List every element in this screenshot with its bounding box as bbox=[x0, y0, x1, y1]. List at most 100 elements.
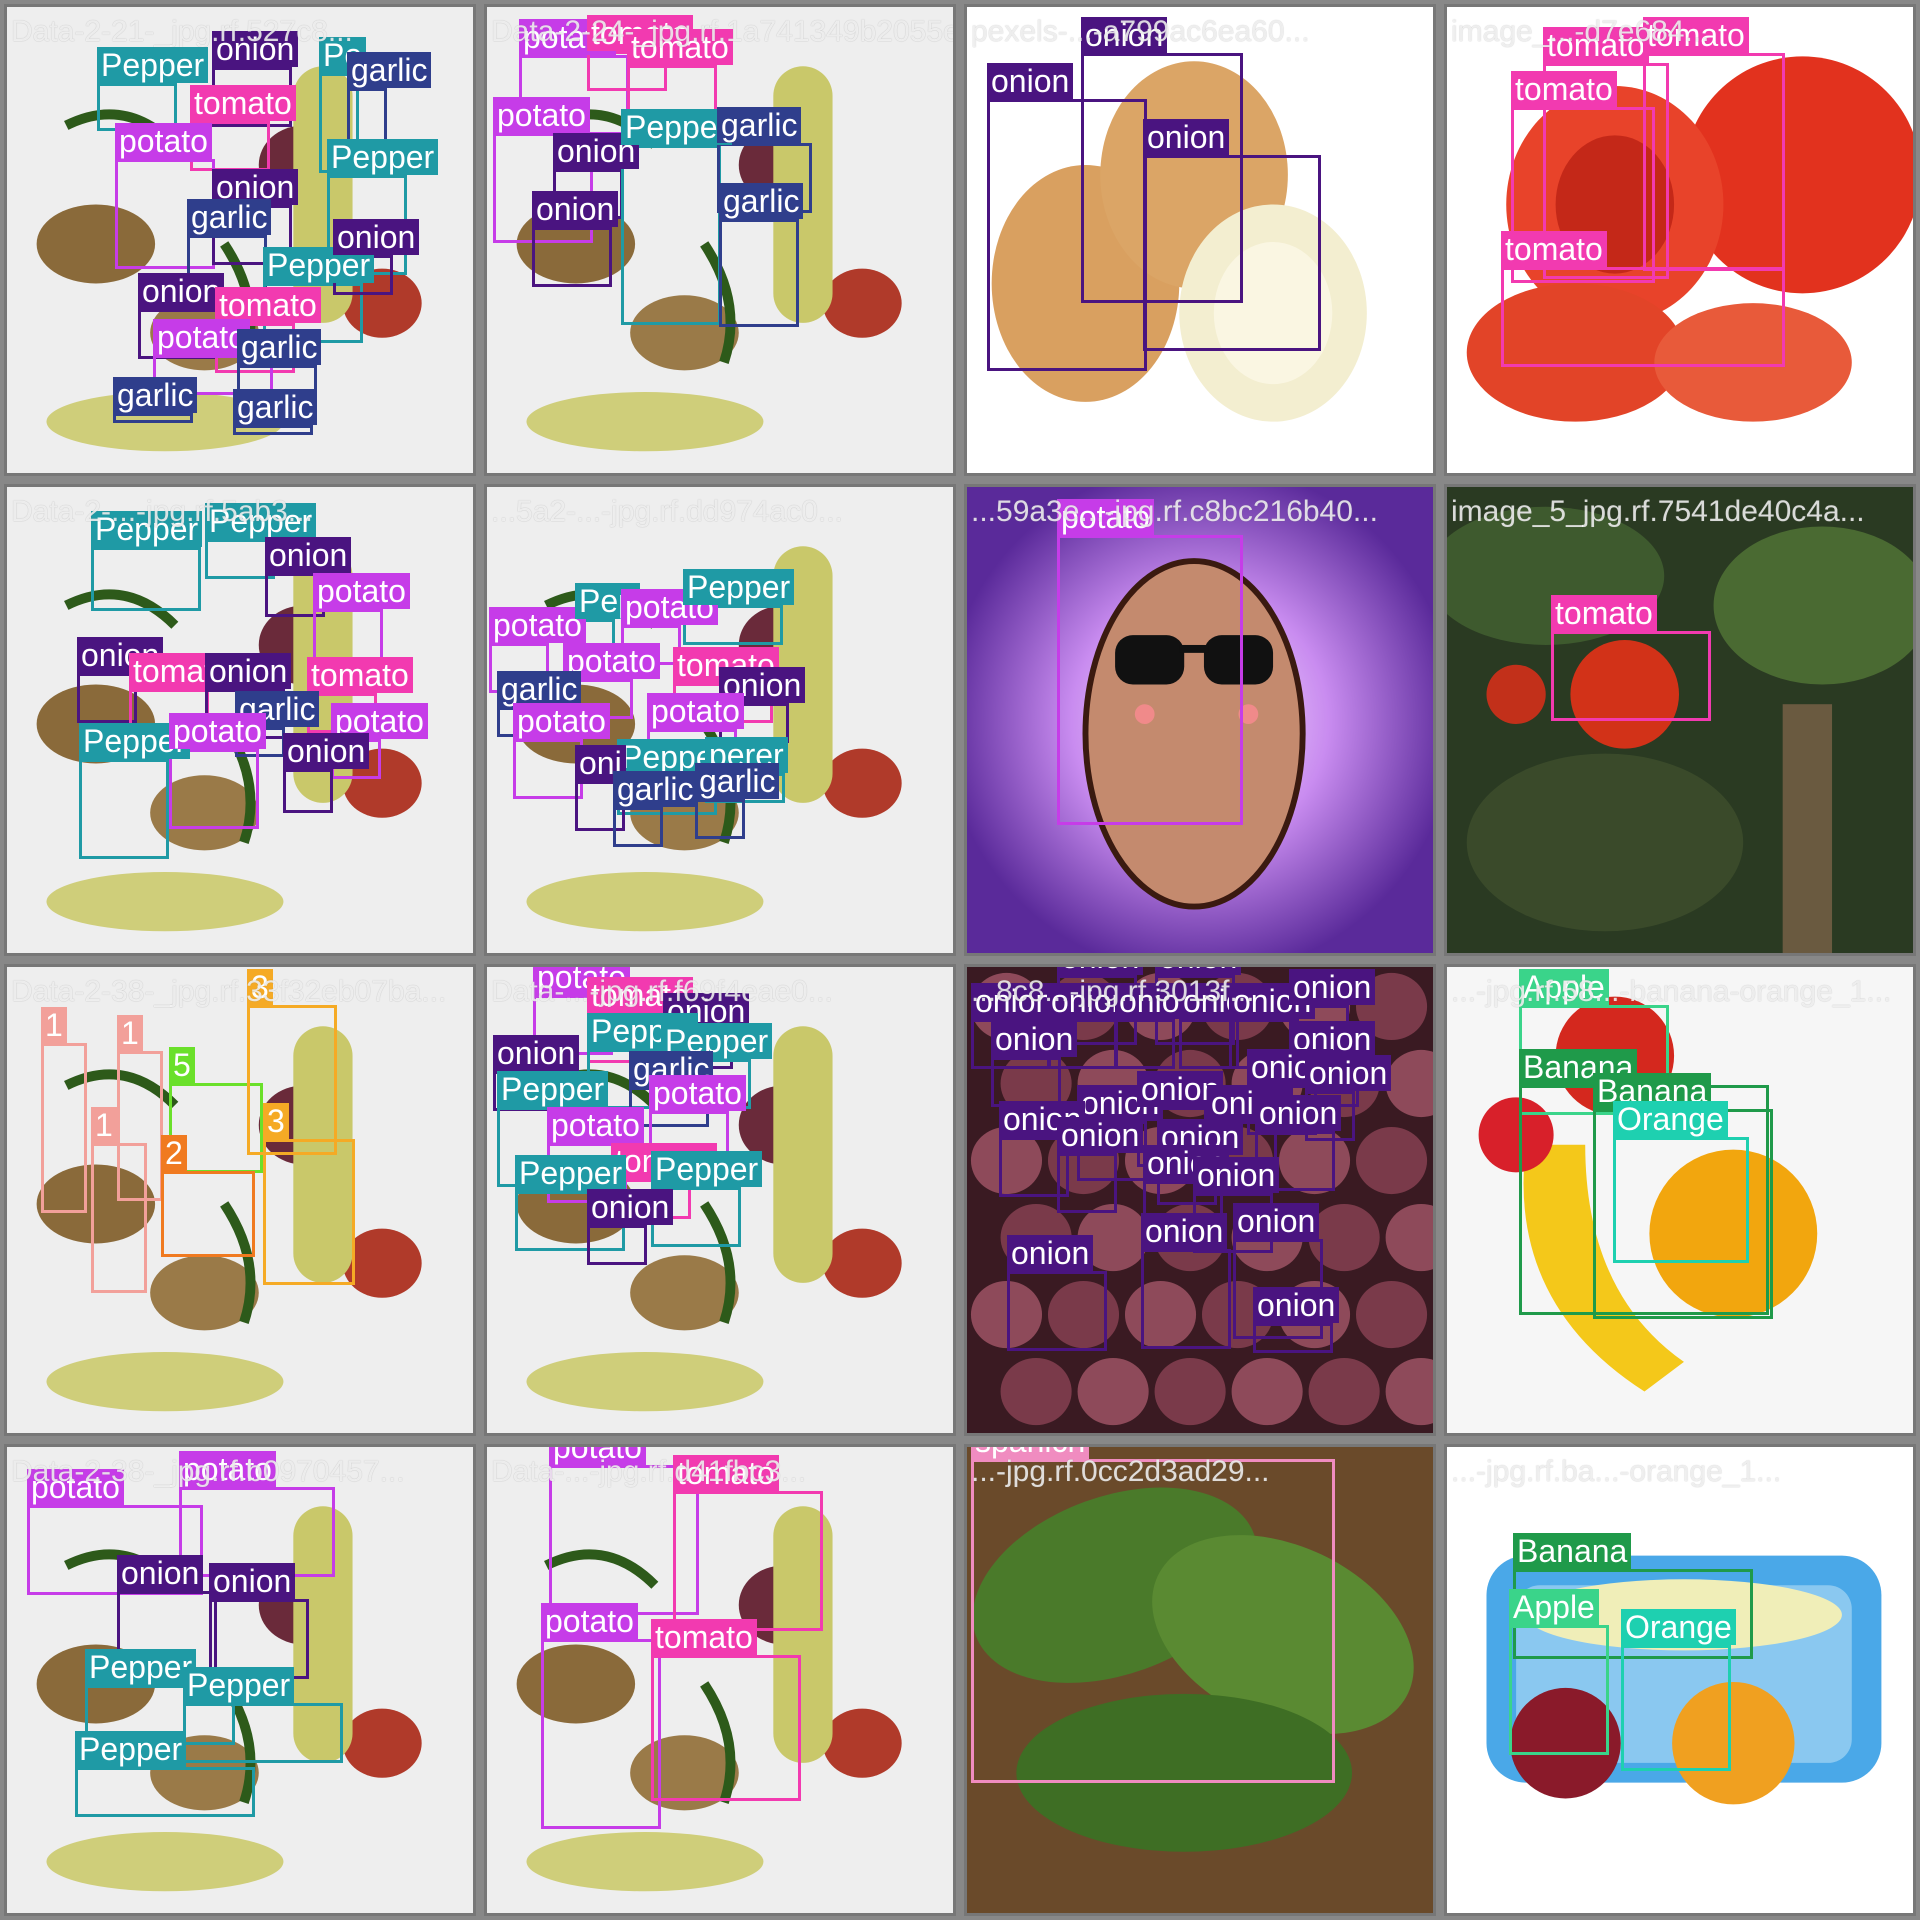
box-label: Pepper bbox=[683, 569, 795, 605]
box-label: potato bbox=[547, 1107, 644, 1143]
bounding-box bbox=[971, 1459, 1335, 1783]
box-label: potato bbox=[313, 573, 410, 609]
box-label: Apple bbox=[1509, 1589, 1599, 1625]
box-label: potato bbox=[549, 1447, 646, 1465]
bounding-box bbox=[183, 1703, 343, 1763]
box-label: garlic bbox=[237, 329, 322, 365]
box-label: Pepper bbox=[183, 1667, 295, 1703]
bounding-box bbox=[1551, 631, 1711, 721]
box-label: Pepper bbox=[651, 1151, 763, 1187]
box-label: onion bbox=[493, 1035, 580, 1071]
mosaic-tile: image_5_jpg.rf.7541de40c4a... tomato bbox=[1444, 484, 1916, 956]
box-label: tomato bbox=[1511, 71, 1617, 107]
mosaic-tile: ...-jpg.rf.0cc2d3ad29...spanich bbox=[964, 1444, 1436, 1916]
box-label: 1 bbox=[41, 1007, 67, 1043]
box-label: onion bbox=[117, 1555, 204, 1591]
box-label: onion bbox=[1255, 1095, 1342, 1131]
bounding-box bbox=[75, 1767, 255, 1817]
bounding-box bbox=[587, 1225, 647, 1265]
bounding-box bbox=[1509, 1625, 1609, 1755]
bounding-box bbox=[263, 1139, 355, 1285]
bounding-box bbox=[1141, 1249, 1231, 1349]
box-label: Pepper bbox=[621, 109, 733, 145]
box-label: tomato bbox=[1551, 595, 1657, 631]
box-label: onion bbox=[1007, 1235, 1094, 1271]
box-label: onion bbox=[1193, 1157, 1280, 1193]
box-label: garlic bbox=[233, 389, 318, 425]
box-label: 3 bbox=[263, 1103, 289, 1139]
mosaic-tile: Data-2-24-_jpg.rf.1a741349b2055e2... pota… bbox=[484, 4, 956, 476]
box-label: 5 bbox=[169, 1047, 195, 1083]
box-label: onion bbox=[205, 653, 292, 689]
box-label: tomato bbox=[651, 1619, 757, 1655]
box-label: Pepper bbox=[91, 511, 203, 547]
box-label: onion bbox=[283, 733, 370, 769]
mosaic-tile: Data-2-38-_jpg.rf.b0970457... potato potat… bbox=[4, 1444, 476, 1916]
box-label: tomato bbox=[1643, 17, 1749, 53]
bounding-box bbox=[532, 227, 612, 287]
box-label: tomato bbox=[190, 85, 296, 121]
box-label: potato bbox=[649, 1075, 746, 1111]
bounding-box bbox=[41, 1043, 87, 1213]
bounding-box bbox=[541, 1639, 661, 1829]
box-label: garlic bbox=[347, 52, 432, 88]
box-label: onion bbox=[1141, 1213, 1228, 1249]
box-label: onion bbox=[1289, 969, 1376, 1005]
bounding-box bbox=[247, 1005, 337, 1155]
box-label: potato bbox=[153, 319, 250, 355]
bounding-box bbox=[91, 1143, 147, 1293]
box-label: onion bbox=[987, 63, 1074, 99]
bounding-box bbox=[613, 807, 663, 847]
bounding-box bbox=[695, 799, 745, 839]
mosaic-grid: Data-2-21-_jpg.rf.527c8... Pepper onion tom… bbox=[0, 0, 1920, 1920]
box-label: onion bbox=[1057, 967, 1144, 975]
bounding-box bbox=[991, 1057, 1061, 1107]
box-label: onion bbox=[1253, 1287, 1340, 1323]
box-label: 1 bbox=[117, 1015, 143, 1051]
bounding-box bbox=[1115, 1019, 1175, 1069]
bounding-box bbox=[1621, 1645, 1731, 1771]
box-label: potato bbox=[513, 703, 610, 739]
box-label: onion bbox=[138, 273, 225, 309]
bounding-box bbox=[169, 749, 259, 829]
box-label: onion bbox=[971, 983, 1058, 1019]
box-label: onion bbox=[1155, 967, 1242, 975]
box-label: garlic bbox=[113, 377, 198, 413]
mosaic-tile: ...-jpg.rf.58...-banana-orange_1... Apple… bbox=[1444, 964, 1916, 1436]
bounding-box bbox=[673, 1491, 823, 1631]
box-label: Pepper bbox=[327, 139, 439, 175]
box-label: spanich bbox=[971, 1447, 1090, 1459]
box-label: tomato bbox=[1543, 27, 1649, 63]
box-label: onion bbox=[1057, 1117, 1144, 1153]
bounding-box bbox=[621, 145, 721, 325]
box-label: 3 bbox=[247, 969, 273, 1005]
box-label: onion bbox=[587, 1189, 674, 1225]
box-label: onion bbox=[1081, 17, 1168, 53]
box-label: tomato bbox=[627, 29, 733, 65]
box-label: Apple bbox=[1519, 969, 1609, 1005]
mosaic-tile: Data-2-38-_jpg.rf.33f32eb07ba... 1 1 1 5 3 3 2 bbox=[4, 964, 476, 1436]
box-label: garlic bbox=[497, 671, 582, 707]
box-label: 2 bbox=[161, 1135, 187, 1171]
mosaic-tile: Data-...-jpg.rf.d41fbc3... potato tomato po… bbox=[484, 1444, 956, 1916]
box-label: garlic bbox=[187, 199, 272, 235]
box-label: Pepper bbox=[515, 1155, 627, 1191]
bounding-box bbox=[651, 1655, 801, 1801]
box-label: onion bbox=[265, 537, 352, 573]
box-label: Pepper bbox=[85, 1649, 197, 1685]
box-label: onion bbox=[333, 219, 420, 255]
box-label: tomato bbox=[307, 657, 413, 693]
box-label: 1 bbox=[91, 1107, 117, 1143]
box-label: Pepper bbox=[497, 1071, 609, 1107]
box-label: onion bbox=[1143, 119, 1230, 155]
bounding-box bbox=[161, 1171, 255, 1257]
mosaic-tile: image_...-d7e684... tomato tomato tomato tom… bbox=[1444, 4, 1916, 476]
box-label: potato bbox=[647, 693, 744, 729]
bounding-box bbox=[719, 219, 799, 327]
box-label: potato bbox=[169, 713, 266, 749]
bounding-box bbox=[1643, 53, 1785, 271]
bounding-box bbox=[77, 673, 137, 723]
box-label: potato bbox=[489, 607, 586, 643]
bounding-box bbox=[1057, 1153, 1117, 1213]
bounding-box bbox=[1143, 155, 1321, 351]
